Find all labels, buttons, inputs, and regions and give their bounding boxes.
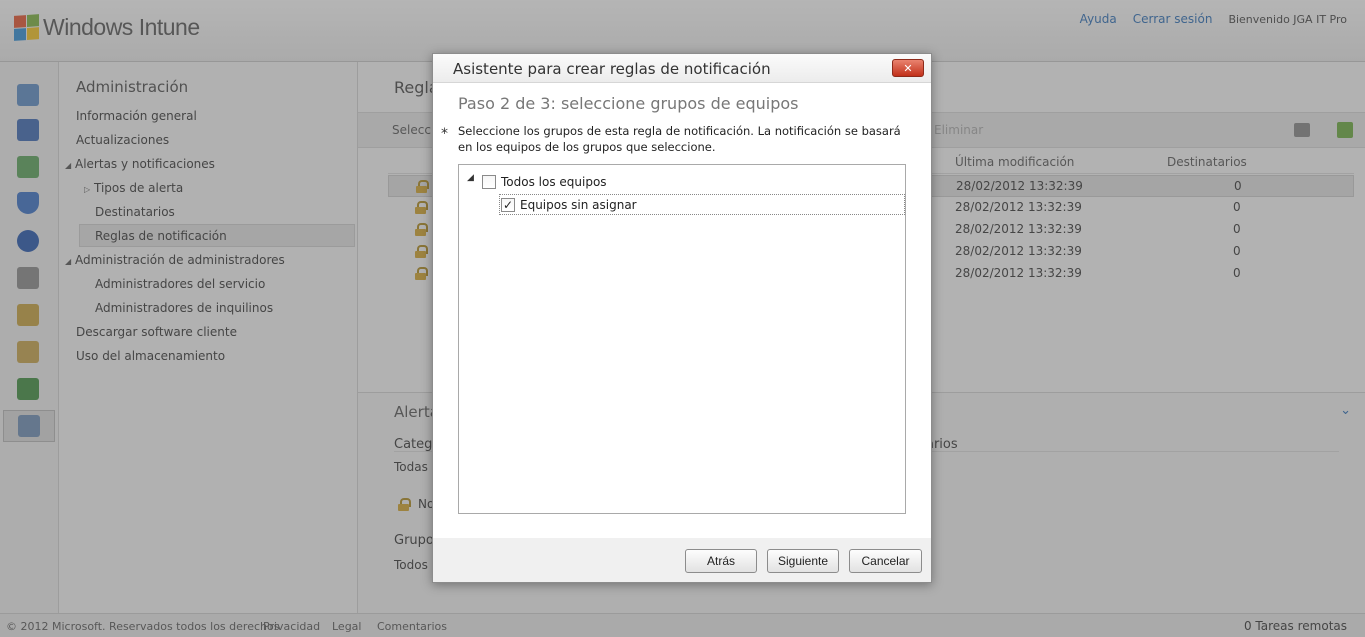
tree-node-unassigned-computers[interactable]: ✓ Equipos sin asignar: [499, 194, 905, 215]
next-button[interactable]: Siguiente: [767, 549, 839, 573]
tree-node-label: Todos los equipos: [501, 175, 607, 189]
required-mark: *: [441, 126, 448, 142]
all-computers-checkbox[interactable]: [482, 175, 496, 189]
tree-node-label: Equipos sin asignar: [520, 197, 637, 212]
close-button[interactable]: ✕: [892, 59, 924, 77]
tree-expand-icon[interactable]: ◢: [467, 173, 474, 183]
wizard-step-title: Paso 2 de 3: seleccione grupos de equipo…: [458, 94, 799, 113]
close-icon: ✕: [903, 61, 913, 75]
instructions-text: Seleccione los grupos de esta regla de n…: [458, 124, 901, 154]
unassigned-computers-checkbox[interactable]: ✓: [501, 197, 515, 212]
checkmark-icon: ✓: [502, 197, 514, 212]
dialog-title: Asistente para crear reglas de notificac…: [453, 60, 771, 78]
dialog-titlebar: Asistente para crear reglas de notificac…: [433, 54, 931, 83]
notification-rule-wizard-dialog: Asistente para crear reglas de notificac…: [432, 53, 932, 583]
dialog-footer: Atrás Siguiente Cancelar: [433, 538, 931, 582]
back-button[interactable]: Atrás: [685, 549, 757, 573]
tree-node-all-computers[interactable]: Todos los equipos: [482, 171, 607, 193]
cancel-button[interactable]: Cancelar: [849, 549, 922, 573]
computer-groups-tree: ◢ Todos los equipos ✓ Equipos sin asigna…: [458, 164, 906, 514]
